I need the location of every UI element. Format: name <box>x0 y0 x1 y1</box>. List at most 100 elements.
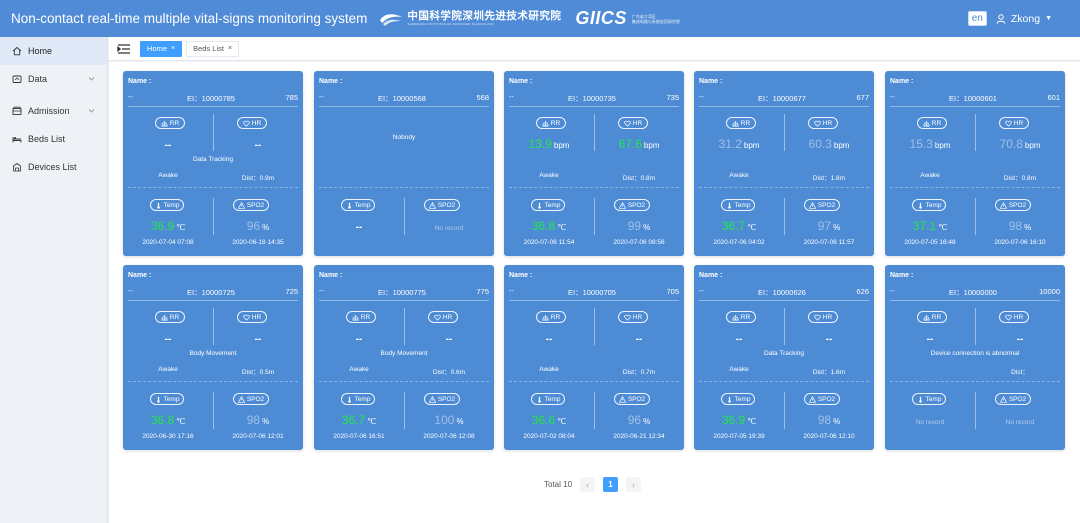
bed-card[interactable]: Name : -- EI：10000775 775 RR HR -- -- Body M… <box>314 265 494 450</box>
hr-reading: -- <box>784 329 874 347</box>
bed-card[interactable]: Name : -- EI：10000601 601 RR HR 15.3 bpm 70.… <box>885 71 1065 256</box>
close-icon[interactable]: × <box>171 45 175 52</box>
bed-card[interactable]: Name : -- EI：10000677 677 RR HR 31.2 bpm 60.… <box>694 71 874 256</box>
sidebar-item-devices-list[interactable]: Devices List <box>0 153 107 181</box>
temp-badge: Temp <box>721 393 755 405</box>
spo2-reading: 98% <box>784 411 874 429</box>
user-menu[interactable]: Zkong ▼ <box>996 13 1052 25</box>
bed-card[interactable]: Name : -- EI：10000735 735 RR HR 13.9 bpm 67.… <box>504 71 684 256</box>
sidebar-item-label: Admission <box>28 106 70 116</box>
temp-reading: No record <box>885 411 975 429</box>
temp-label: Temp <box>544 201 561 209</box>
bed-card[interactable]: Name : -- EI：10000000 10000 RR HR -- -- Devi… <box>885 265 1065 450</box>
bed-card[interactable]: Name : -- EI：10000785 785 RR HR -- -- Data T… <box>123 71 303 256</box>
sidebar-item-admission[interactable]: Admission <box>0 97 107 125</box>
patient-name-label: Name : <box>319 78 343 85</box>
drop-warning-icon <box>618 395 626 403</box>
thermometer-icon <box>537 396 541 403</box>
prev-page-button[interactable]: ‹ <box>580 477 596 492</box>
hr-value: -- <box>445 334 453 345</box>
patient-name-value: -- <box>128 288 133 295</box>
rr-label: RR <box>740 119 751 127</box>
spo2-badge: SPO2 <box>424 199 460 211</box>
temp-timestamp: 2020-07-06 04:02 <box>713 239 765 246</box>
equipment-id: EI：10000626 <box>758 288 806 297</box>
equipment-id: EI：10000568 <box>378 94 426 103</box>
lungs-icon <box>923 120 930 126</box>
divider <box>319 187 489 188</box>
heart-icon <box>814 314 821 321</box>
patient-name-label: Name : <box>890 272 914 279</box>
page-1-button[interactable]: 1 <box>603 477 619 492</box>
spo2-reading: 98% <box>213 411 303 429</box>
hr-reading: -- <box>213 135 303 153</box>
chevron-down-icon: ▼ <box>1045 15 1052 22</box>
rr-label: RR <box>931 313 942 321</box>
rr-badge: RR <box>536 117 566 129</box>
heart-icon <box>243 314 250 321</box>
spo2-label: SPO2 <box>437 201 456 209</box>
thermometer-icon <box>918 202 922 209</box>
divider <box>890 381 1060 382</box>
bed-card[interactable]: Name : -- EI：10000568 568 Nobody Temp SPO2… <box>314 71 494 256</box>
distance: Dist：0.8m <box>622 175 656 182</box>
spo2-label: SPO2 <box>246 395 265 403</box>
temp-value: 36.8 <box>150 413 175 427</box>
spo2-badge: SPO2 <box>804 199 840 211</box>
tab-home[interactable]: Home × <box>140 40 183 57</box>
patient-name-value: -- <box>509 94 514 101</box>
bed-card[interactable]: Name : -- EI：10000725 725 RR HR -- -- Body M… <box>123 265 303 450</box>
next-page-button[interactable]: › <box>626 477 642 492</box>
rr-reading: -- <box>694 329 784 347</box>
close-icon[interactable]: × <box>228 45 232 52</box>
hr-reading: -- <box>213 329 303 347</box>
hr-unit: bpm <box>1024 141 1041 150</box>
sleep-state: Awake <box>158 172 178 179</box>
thermometer-icon <box>347 396 351 403</box>
rr-badge: RR <box>346 311 376 323</box>
lungs-icon <box>542 314 549 320</box>
spo2-value: 99 <box>627 219 642 233</box>
bed-card[interactable]: Name : -- EI：10000705 705 RR HR -- -- Awake D… <box>504 265 684 450</box>
temp-unit: ℃ <box>747 417 757 426</box>
divider <box>319 106 489 107</box>
siat-logo-en: SHENZHEN INSTITUTES OF ADVANCED TECHNOLO… <box>407 22 495 26</box>
rr-value: -- <box>164 334 172 345</box>
hr-value: -- <box>254 140 262 151</box>
spo2-value: No record <box>1005 419 1035 426</box>
language-button[interactable]: en <box>967 11 987 26</box>
rr-value: 31.2 <box>718 137 742 151</box>
divider <box>890 300 1060 301</box>
sidebar-item-data[interactable]: Data <box>0 65 107 93</box>
hr-reading: 70.8 bpm <box>975 135 1065 153</box>
divider <box>890 106 1060 107</box>
sidebar-item-beds-list[interactable]: Beds List <box>0 125 107 153</box>
drop-warning-icon <box>999 395 1007 403</box>
temp-reading: 36.9 ℃ <box>694 411 784 429</box>
tab-beds-list[interactable]: Beds List × <box>186 40 240 57</box>
bed-card[interactable]: Name : -- EI：10000626 626 RR HR -- -- Data T… <box>694 265 874 450</box>
spo2-timestamp: 2020-07-06 16:10 <box>994 239 1046 246</box>
temp-value: 37.1 <box>912 219 937 233</box>
rr-value: -- <box>355 334 363 345</box>
hr-label: HR <box>822 119 833 127</box>
thermometer-icon <box>727 202 731 209</box>
temp-timestamp: 2020-07-06 16:51 <box>333 433 385 440</box>
rr-label: RR <box>169 119 180 127</box>
temp-value: -- <box>355 222 363 233</box>
rr-badge: RR <box>536 311 566 323</box>
sleep-state: Awake <box>729 366 749 373</box>
spo2-timestamp: 2020-07-06 12:08 <box>423 433 475 440</box>
bed-number: 677 <box>856 93 869 102</box>
temp-label: Temp <box>925 201 942 209</box>
bed-number: 775 <box>476 287 489 296</box>
bed-status: Data Tracking <box>763 350 805 357</box>
temp-reading: 37.1 ℃ <box>885 217 975 235</box>
home-icon <box>12 46 22 56</box>
tab-bar: Home × Beds List × <box>109 37 1080 61</box>
collapse-menu-icon[interactable] <box>116 42 132 56</box>
sidebar-item-home[interactable]: Home <box>0 37 107 65</box>
sidebar: Home Data Admission Beds List Devices Li… <box>0 37 108 523</box>
temp-value: 36.6 <box>531 413 556 427</box>
data-icon <box>12 75 22 83</box>
